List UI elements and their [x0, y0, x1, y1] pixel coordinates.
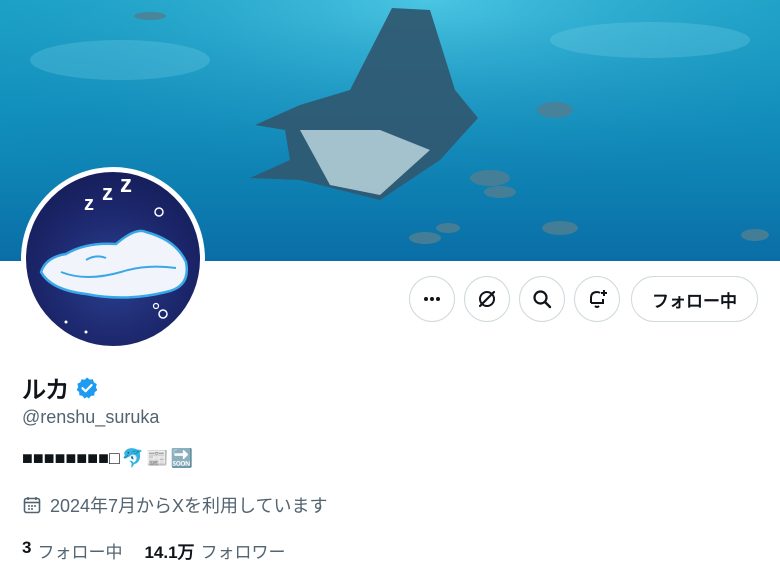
following-link[interactable]: 3 フォロー中 — [22, 538, 122, 563]
followers-link[interactable]: 14.1万 フォロワー — [144, 538, 285, 563]
svg-text:z: z — [102, 180, 113, 205]
newspaper-emoji: 📰 — [146, 448, 169, 468]
profile-stats: 3 フォロー中 14.1万 フォロワー — [22, 538, 286, 563]
grok-icon — [478, 290, 496, 308]
more-button[interactable] — [409, 276, 455, 322]
notification-button[interactable] — [574, 276, 620, 322]
bio-text: ■■■■■■■■□ — [22, 448, 120, 468]
avatar-image: z z z — [26, 172, 200, 346]
display-name: ルカ — [22, 377, 70, 404]
profile-name-row: ルカ — [22, 370, 99, 405]
dolphin-emoji: 🐬 — [121, 448, 145, 468]
svg-text:z: z — [84, 193, 94, 215]
followers-count: 14.1万 — [144, 543, 195, 562]
joined-text: 2024年7月からXを利用しています — [50, 496, 328, 516]
following-count: 3 — [22, 538, 32, 557]
following-label: フォロー中 — [37, 543, 123, 562]
following-button[interactable]: フォロー中 — [631, 276, 758, 322]
more-icon — [424, 297, 440, 301]
soon-arrow-emoji: 🔜 — [170, 448, 194, 468]
grok-button[interactable] — [464, 276, 510, 322]
profile-actions: フォロー中 — [409, 276, 758, 322]
notification-bell-icon — [590, 290, 607, 308]
svg-text:z: z — [120, 172, 132, 198]
search-button[interactable] — [519, 276, 565, 322]
verified-badge-icon[interactable] — [75, 376, 99, 400]
calendar-icon — [23, 497, 41, 514]
avatar[interactable]: z z z — [21, 167, 205, 351]
search-icon — [533, 290, 552, 309]
profile-handle: @renshu_suruka — [22, 407, 160, 427]
profile-bio: ■■■■■■■■□ 🐬 📰 🔜 — [22, 448, 193, 469]
joined-date: 2024年7月からXを利用しています — [22, 492, 328, 518]
followers-label: フォロワー — [200, 543, 286, 562]
